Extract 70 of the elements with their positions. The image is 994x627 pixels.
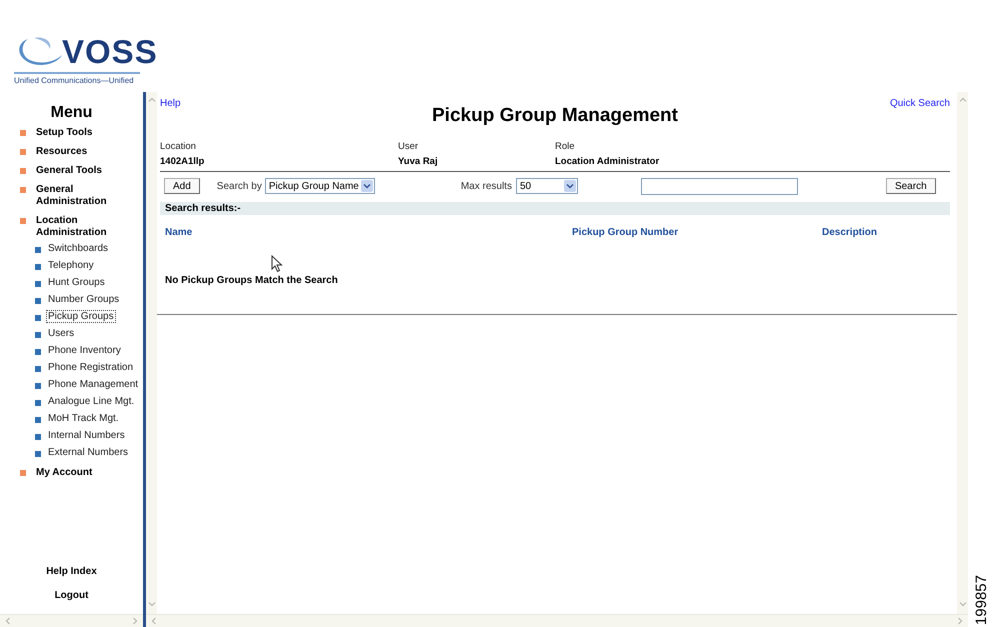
submenu-item[interactable]: Hunt Groups — [46, 276, 107, 289]
submenu-item[interactable]: Phone Inventory — [46, 344, 123, 357]
submenu-item[interactable]: Number Groups — [46, 293, 122, 306]
search-field[interactable] — [640, 178, 798, 194]
bullet-icon — [35, 332, 41, 338]
bullet-icon — [35, 315, 41, 321]
empty-message: No Pickup Groups Match the Search — [157, 275, 957, 315]
bullet-icon — [20, 470, 26, 476]
info-value: Location Administrator — [555, 156, 660, 167]
bullet-icon — [35, 281, 41, 287]
bullet-icon — [35, 451, 41, 457]
bullet-icon — [20, 187, 26, 193]
quick-search-link[interactable]: Quick Search — [890, 98, 950, 109]
bullet-icon — [35, 298, 41, 304]
search-by-label: Search by — [216, 180, 262, 192]
menu-item[interactable]: General Tools — [36, 165, 116, 177]
results-header: Search results:- — [160, 202, 950, 215]
menu-item[interactable]: General Administration — [36, 184, 116, 208]
menu-title: Menu — [50, 104, 94, 122]
info-value: Yuva Raj — [398, 156, 439, 167]
bullet-icon — [35, 383, 41, 389]
submenu-item[interactable]: Phone Registration — [46, 361, 136, 374]
scrollbar[interactable] — [146, 614, 968, 627]
submenu-item[interactable]: MoH Track Mgt. — [46, 412, 121, 425]
info-value: 1402A1llp — [160, 156, 206, 167]
scrollbar[interactable] — [0, 614, 143, 627]
scrollbar[interactable] — [957, 92, 968, 614]
bullet-icon — [35, 366, 41, 372]
logo-text: VOSS — [62, 33, 158, 71]
bullet-icon — [20, 149, 26, 155]
column-header: Description — [822, 227, 878, 240]
bullet-icon — [35, 417, 41, 423]
submenu-item[interactable]: Phone Management — [46, 378, 140, 391]
submenu-item[interactable]: Switchboards — [46, 242, 110, 255]
menu-item[interactable]: Setup Tools — [36, 127, 116, 139]
page-title: Pickup Group Management — [431, 105, 679, 128]
bullet-icon — [20, 130, 26, 136]
submenu-item[interactable]: Pickup Groups — [46, 310, 116, 323]
help-link[interactable]: Help — [160, 98, 181, 109]
info-label: User — [398, 141, 420, 152]
bullet-icon — [20, 218, 26, 224]
scrollbar[interactable] — [146, 92, 157, 614]
menu-link[interactable]: Help Index — [0, 566, 143, 577]
submenu-item[interactable]: Internal Numbers — [46, 429, 127, 442]
cursor-icon — [271, 255, 283, 273]
add-button[interactable]: Add — [164, 178, 200, 194]
bullet-icon — [35, 264, 41, 270]
menu-item[interactable]: Location Administration — [36, 215, 116, 239]
info-label: Location — [160, 141, 197, 152]
menu-link[interactable]: Logout — [0, 590, 143, 601]
column-header: Name — [165, 227, 194, 240]
submenu-item[interactable]: Users — [46, 327, 76, 340]
bullet-icon — [35, 349, 41, 355]
submenu-item[interactable]: Telephony — [46, 259, 96, 272]
bullet-icon — [35, 434, 41, 440]
max-results-dropdown[interactable]: 50 — [516, 178, 578, 194]
submenu-item[interactable]: Analogue Line Mgt. — [46, 395, 136, 408]
logo-tagline: Unified Communications—Unified — [14, 72, 140, 85]
search-button[interactable]: Search — [886, 178, 936, 194]
bullet-icon — [20, 168, 26, 174]
max-results-label: Max results — [460, 180, 512, 192]
search-by-dropdown[interactable]: Pickup Group Name — [264, 178, 375, 194]
menu-item[interactable]: My Account — [36, 467, 116, 479]
bullet-icon — [35, 247, 41, 253]
bullet-icon — [35, 400, 41, 406]
submenu-item[interactable]: External Numbers — [46, 446, 130, 459]
column-header: Pickup Group Number — [572, 227, 680, 240]
menu-item[interactable]: Resources — [36, 146, 116, 158]
info-label: Role — [555, 141, 576, 152]
figure-number: 199857 — [972, 574, 990, 625]
